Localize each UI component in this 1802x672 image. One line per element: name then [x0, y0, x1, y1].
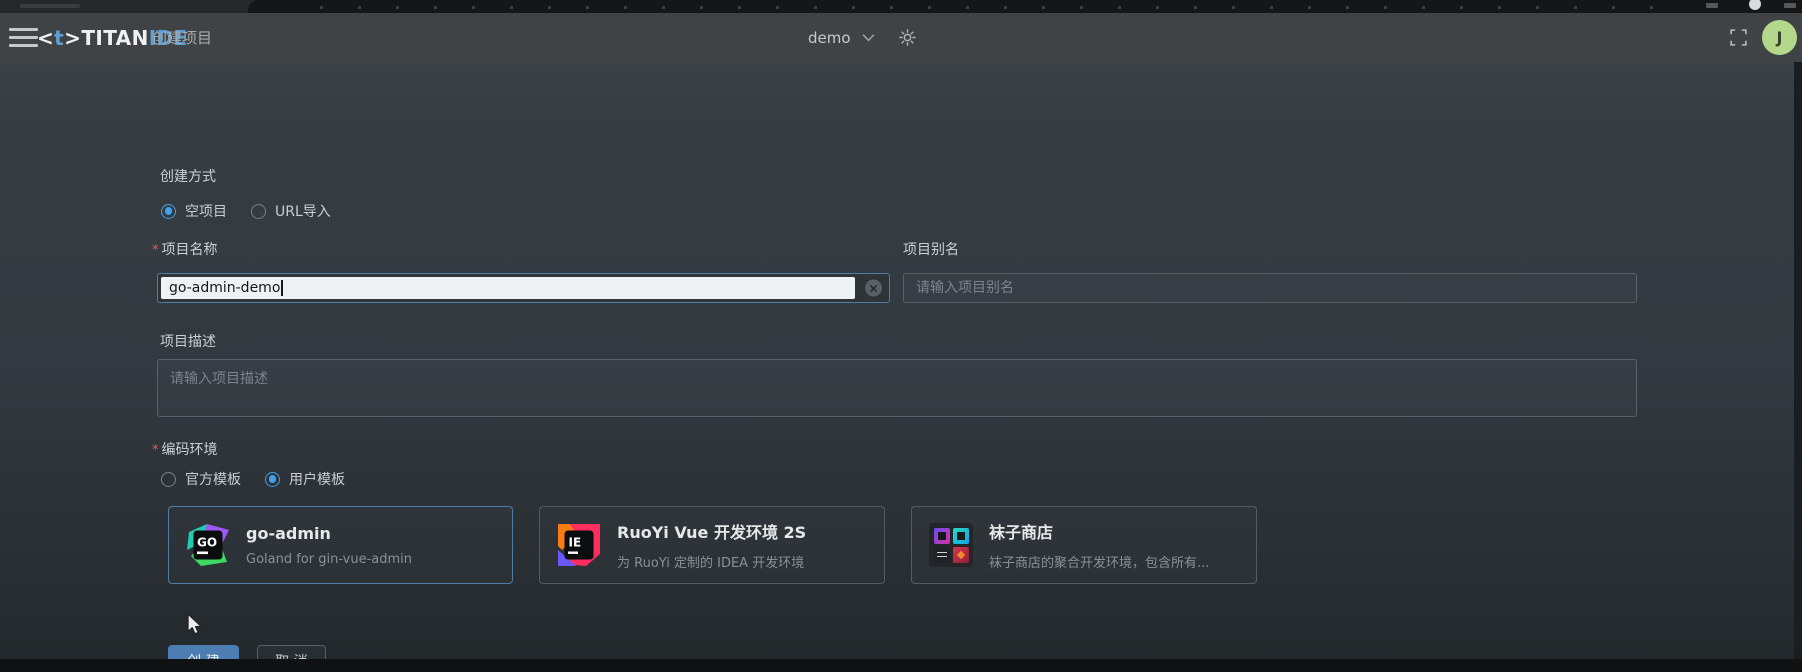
project-name-label: * 项目名称	[152, 242, 218, 258]
mouse-cursor	[187, 613, 202, 635]
radio-label: 空项目	[185, 204, 227, 220]
template-card-go-admin[interactable]: GO go-admin Goland for gin-vue-admin	[168, 506, 513, 584]
template-description: 袜子商店的聚合开发环境，包含所有...	[989, 556, 1210, 571]
bookmark-dots	[320, 6, 1672, 9]
template-description: 为 RuoYi 定制的 IDEA 开发环境	[617, 556, 805, 571]
multi-ide-grid-icon	[929, 523, 973, 567]
project-description-label: 项目描述	[160, 334, 216, 350]
creation-method-label: 创建方式	[160, 169, 216, 185]
coding-environment-options: 官方模板 用户模板	[161, 469, 345, 489]
logo-t: t	[54, 25, 65, 50]
logo-bracket-close: >	[64, 25, 82, 50]
project-name-autofill-area: go-admin-demo	[161, 277, 855, 299]
radio-label: 用户模板	[289, 472, 345, 488]
radio-official-template[interactable]: 官方模板	[161, 469, 241, 489]
template-name: 袜子商店	[989, 523, 1054, 542]
project-alias-label: 项目别名	[903, 242, 959, 258]
fullscreen-icon[interactable]	[1730, 29, 1747, 46]
browser-tab-fragment	[20, 4, 80, 8]
window-right-edge	[1794, 62, 1802, 659]
radio-label: 官方模板	[185, 472, 241, 488]
radio-selected-icon[interactable]	[161, 203, 176, 219]
radio-label: URL导入	[275, 204, 331, 220]
template-card-ruoyi-vue[interactable]: IE RuoYi Vue 开发环境 2S 为 RuoYi 定制的 IDEA 开发…	[539, 506, 885, 584]
app-header: < t > TITAN IDE 创建项目 demo J	[0, 13, 1802, 62]
chevron-down-icon	[862, 33, 874, 42]
project-description-input[interactable]	[157, 359, 1637, 417]
required-asterisk: *	[152, 243, 159, 258]
goland-icon: GO	[187, 524, 229, 566]
svg-text:GO: GO	[197, 536, 217, 550]
radio-unselected-icon[interactable]	[161, 471, 176, 487]
create-project-form: 创建方式 空项目 URL导入 * 项目名称 项目别名 go-admin-demo …	[0, 62, 1802, 672]
extension-icon[interactable]	[1706, 3, 1718, 8]
intellij-idea-icon: IE	[558, 524, 600, 566]
template-card-sock-shop[interactable]: 袜子商店 袜子商店的聚合开发环境，包含所有...	[911, 506, 1257, 584]
radio-user-template[interactable]: 用户模板	[265, 469, 345, 489]
project-name-input[interactable]: go-admin-demo ×	[157, 273, 890, 303]
workspace-selector[interactable]: demo	[808, 13, 875, 62]
project-name-value: go-admin-demo	[169, 280, 281, 296]
text-caret	[281, 280, 283, 296]
page-title: 创建项目	[152, 29, 213, 47]
template-name: go-admin	[246, 523, 331, 543]
required-asterisk: *	[152, 443, 159, 458]
template-name: RuoYi Vue 开发环境 2S	[617, 523, 807, 542]
clear-input-icon[interactable]: ×	[865, 279, 882, 297]
hamburger-menu-icon[interactable]	[9, 28, 38, 47]
user-avatar[interactable]: J	[1762, 20, 1797, 55]
template-description: Goland for gin-vue-admin	[246, 551, 413, 567]
template-card-list: GO go-admin Goland for gin-vue-admin IE …	[168, 506, 1257, 584]
radio-url-import[interactable]: URL导入	[251, 201, 331, 221]
radio-selected-icon[interactable]	[265, 471, 280, 487]
settings-gear-icon[interactable]	[898, 13, 917, 62]
coding-environment-label: * 编码环境	[152, 442, 218, 458]
creation-method-options: 空项目 URL导入	[161, 201, 331, 221]
svg-text:IE: IE	[569, 536, 582, 550]
browser-menu-icon[interactable]	[1784, 3, 1796, 8]
window-bottom-edge	[0, 659, 1802, 672]
workspace-name: demo	[808, 28, 851, 47]
logo-titan: TITAN	[81, 25, 149, 50]
radio-unselected-icon[interactable]	[251, 203, 266, 219]
browser-chrome	[0, 0, 1802, 13]
radio-empty-project[interactable]: 空项目	[161, 201, 227, 221]
logo-bracket-open: <	[37, 25, 55, 50]
project-alias-input[interactable]	[903, 273, 1637, 303]
